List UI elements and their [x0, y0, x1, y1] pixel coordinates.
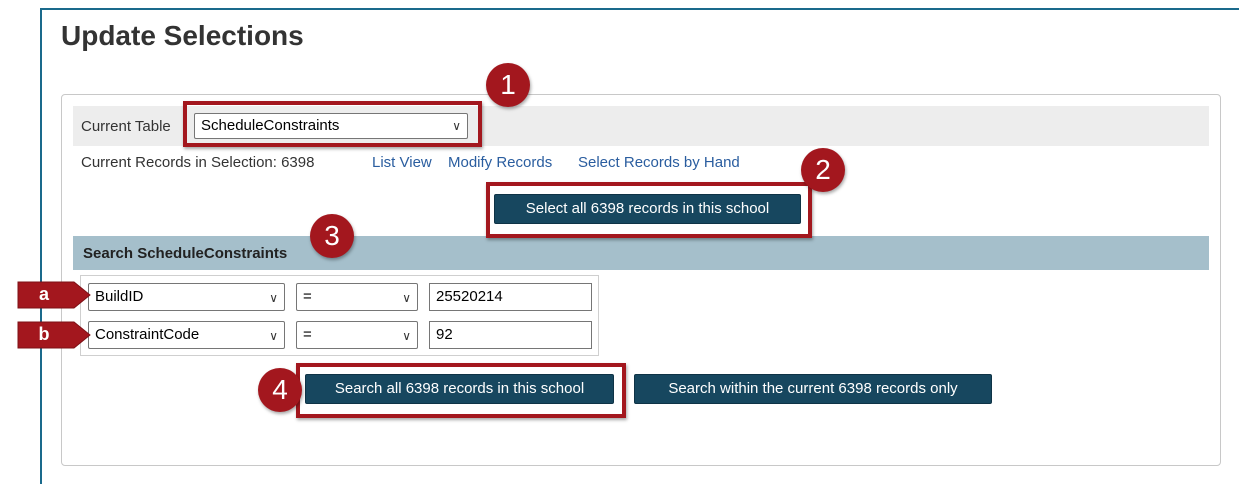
current-table-label: Current Table [81, 118, 171, 135]
search-header: Search ScheduleConstraints [73, 236, 1209, 270]
criteria-operator-value: = [303, 288, 312, 305]
criteria-value-input[interactable]: 92 [429, 321, 592, 349]
chevron-down-icon: ∨ [269, 291, 278, 305]
records-count-text: Current Records in Selection: 6398 [81, 154, 315, 171]
criteria-field-value: BuildID [95, 288, 144, 305]
highlight-box-2 [486, 182, 812, 238]
callout-number-1: 1 [486, 63, 530, 107]
search-within-current-button[interactable]: Search within the current 6398 records o… [634, 374, 992, 404]
criteria-field-select[interactable]: BuildID ∨ [88, 283, 285, 311]
callout-letter-a-text: a [38, 284, 49, 304]
criteria-value-input[interactable]: 25520214 [429, 283, 592, 311]
callout-number-2: 2 [801, 148, 845, 192]
select-records-by-hand-link[interactable]: Select Records by Hand [578, 154, 740, 171]
page-title: Update Selections [61, 20, 304, 51]
chevron-down-icon: ∨ [402, 291, 411, 305]
highlight-box-1 [183, 101, 482, 147]
criteria-operator-select[interactable]: = ∨ [296, 283, 418, 311]
callout-letter-b-text: b [38, 324, 50, 344]
criteria-field-value: ConstraintCode [95, 326, 200, 343]
criteria-field-select[interactable]: ConstraintCode ∨ [88, 321, 285, 349]
chevron-down-icon: ∨ [402, 329, 411, 343]
highlight-box-4 [296, 363, 626, 418]
criteria-operator-value: = [303, 326, 312, 343]
callout-number-3: 3 [310, 214, 354, 258]
criteria-operator-select[interactable]: = ∨ [296, 321, 418, 349]
modify-records-link[interactable]: Modify Records [448, 154, 552, 171]
callout-number-4: 4 [258, 368, 302, 412]
list-view-link[interactable]: List View [372, 154, 432, 171]
chevron-down-icon: ∨ [269, 329, 278, 343]
search-header-text: Search ScheduleConstraints [83, 245, 288, 262]
